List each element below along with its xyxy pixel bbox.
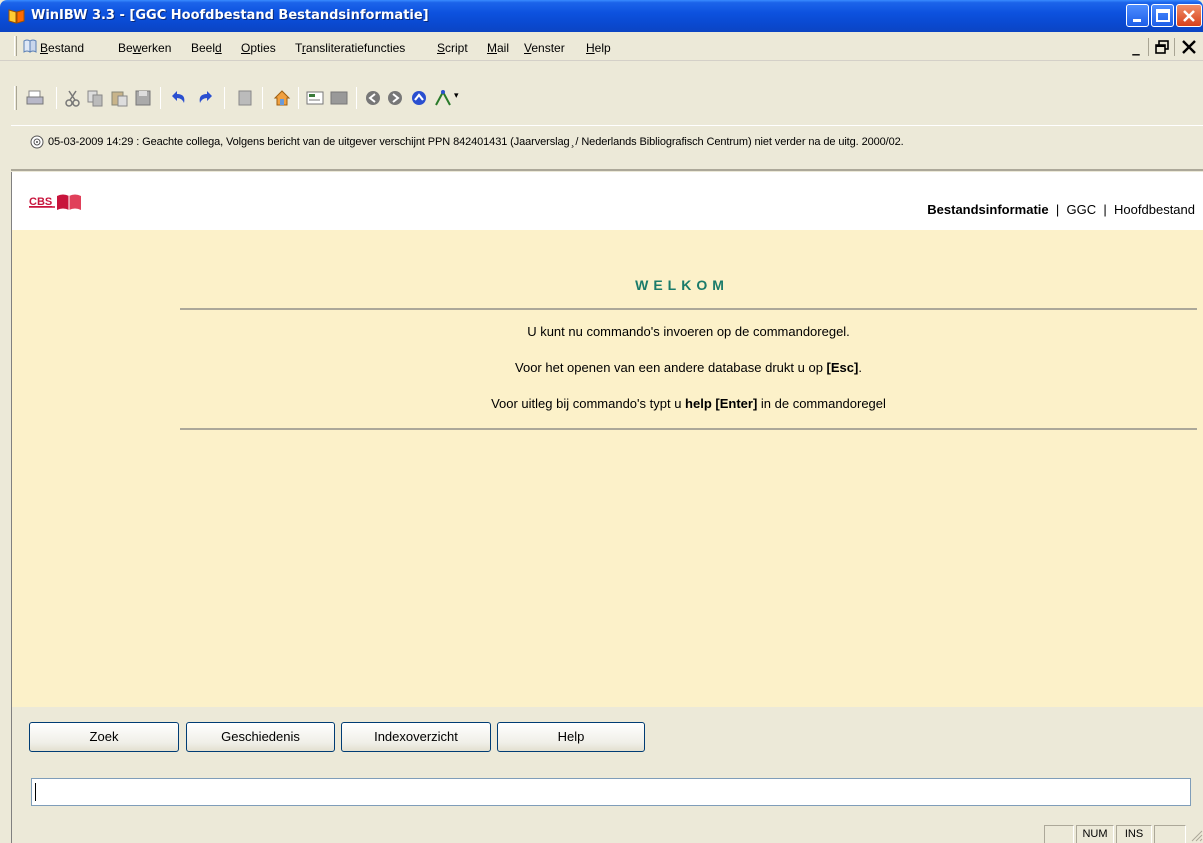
info-icon xyxy=(30,135,44,149)
zoek-button[interactable]: Zoek xyxy=(29,722,179,752)
status-num: NUM xyxy=(1076,825,1114,843)
paste-icon[interactable] xyxy=(110,89,128,107)
cbs-logo: CBS xyxy=(29,194,81,210)
close-icon xyxy=(1183,10,1195,22)
redo-icon[interactable] xyxy=(196,89,214,107)
resize-grip-icon[interactable] xyxy=(1189,828,1203,842)
document-icon[interactable] xyxy=(236,89,254,107)
welcome-line-3: Voor uitleg bij commando's typt u help [… xyxy=(491,396,886,411)
menu-transliteratiefuncties[interactable]: Transliteratiefuncties xyxy=(295,41,405,55)
copy-icon[interactable] xyxy=(86,89,104,107)
toolbar-separator xyxy=(298,87,299,109)
help-button[interactable]: Help xyxy=(497,722,645,752)
toolbar-separator xyxy=(56,87,57,109)
breadcrumb-hoofdbestand[interactable]: Hoofdbestand xyxy=(1114,202,1195,217)
back-icon[interactable] xyxy=(364,89,382,107)
menu-bar: Bestand Bewerken Beeld Opties Transliter… xyxy=(0,32,1203,61)
status-bar: NUM INS xyxy=(11,822,1203,843)
menu-grip[interactable] xyxy=(14,36,17,56)
indexoverzicht-button[interactable]: Indexoverzicht xyxy=(341,722,491,752)
menu-bestand[interactable]: Bestand xyxy=(40,41,84,55)
welcome-line-2: Voor het openen van een andere database … xyxy=(515,360,862,375)
close-button[interactable] xyxy=(1176,4,1202,27)
geschiedenis-button[interactable]: Geschiedenis xyxy=(186,722,335,752)
breadcrumb-bestandsinformatie[interactable]: Bestandsinformatie xyxy=(927,202,1048,217)
menu-beeld[interactable]: Beeld xyxy=(191,41,222,55)
divider-top xyxy=(180,308,1197,310)
menu-opties[interactable]: Opties xyxy=(241,41,276,55)
toolbar-separator xyxy=(356,87,357,109)
command-area xyxy=(11,762,1203,822)
svg-text:CBS: CBS xyxy=(29,196,52,208)
mdi-separator xyxy=(1174,38,1175,56)
divider-bottom xyxy=(180,428,1197,430)
status-cell-empty xyxy=(1154,825,1186,843)
toolbar-grip[interactable] xyxy=(14,86,17,110)
message-text: 05-03-2009 14:29 : Geachte collega, Volg… xyxy=(48,136,904,148)
card-icon[interactable] xyxy=(306,89,324,107)
menu-bewerken[interactable]: Bewerken xyxy=(118,41,171,55)
dropdown-arrow-icon[interactable]: ▾ xyxy=(454,91,459,101)
mdi-separator xyxy=(1148,38,1149,56)
panel-icon[interactable] xyxy=(330,89,348,107)
title-bar[interactable]: WinIBW 3.3 - [GGC Hoofdbestand Bestandsi… xyxy=(0,0,1203,32)
window-title: WinIBW 3.3 - [GGC Hoofdbestand Bestandsi… xyxy=(31,8,429,23)
script-icon[interactable] xyxy=(434,89,452,107)
print-icon[interactable] xyxy=(26,89,44,107)
forward-icon[interactable] xyxy=(386,89,404,107)
message-bar: 05-03-2009 14:29 : Geachte collega, Volg… xyxy=(0,125,1203,171)
toolbar-separator xyxy=(224,87,225,109)
status-cell-empty xyxy=(1044,825,1074,843)
content-header: CBS Bestandsinformatie | GGC | Hoofdbest… xyxy=(11,172,1203,230)
save-icon[interactable] xyxy=(134,89,152,107)
document-menu-icon[interactable] xyxy=(22,38,38,54)
button-bar: Zoek Geschiedenis Indexoverzicht Help xyxy=(11,707,1203,762)
up-icon[interactable] xyxy=(410,89,428,107)
undo-icon[interactable] xyxy=(170,89,188,107)
text-caret xyxy=(35,783,36,801)
cut-icon[interactable] xyxy=(64,89,82,107)
breadcrumb: Bestandsinformatie | GGC | Hoofdbestand xyxy=(927,202,1195,217)
toolbar: ▾ xyxy=(0,62,1203,120)
mdi-minimize-button[interactable]: _ xyxy=(1127,38,1145,56)
app-icon xyxy=(8,9,25,24)
minimize-button[interactable] xyxy=(1126,4,1149,27)
mdi-restore-icon[interactable] xyxy=(1153,38,1171,56)
home-icon[interactable] xyxy=(273,89,291,107)
status-ins: INS xyxy=(1116,825,1152,843)
menu-venster[interactable]: Venster xyxy=(524,41,565,55)
menu-help[interactable]: Help xyxy=(586,41,611,55)
maximize-icon xyxy=(1156,9,1170,22)
welcome-line-1: U kunt nu commando's invoeren op de comm… xyxy=(527,324,850,339)
welcome-pane: WELKOM U kunt nu commando's invoeren op … xyxy=(11,230,1203,707)
breadcrumb-ggc[interactable]: GGC xyxy=(1067,202,1097,217)
welcome-title: WELKOM xyxy=(635,277,729,293)
minimize-icon xyxy=(1133,19,1141,22)
menu-mail[interactable]: Mail xyxy=(487,41,509,55)
menu-script[interactable]: Script xyxy=(437,41,468,55)
frame-left xyxy=(0,62,11,843)
maximize-button[interactable] xyxy=(1151,4,1174,27)
toolbar-separator xyxy=(262,87,263,109)
toolbar-separator xyxy=(160,87,161,109)
mdi-close-icon[interactable] xyxy=(1180,38,1198,56)
command-input[interactable] xyxy=(31,778,1191,806)
